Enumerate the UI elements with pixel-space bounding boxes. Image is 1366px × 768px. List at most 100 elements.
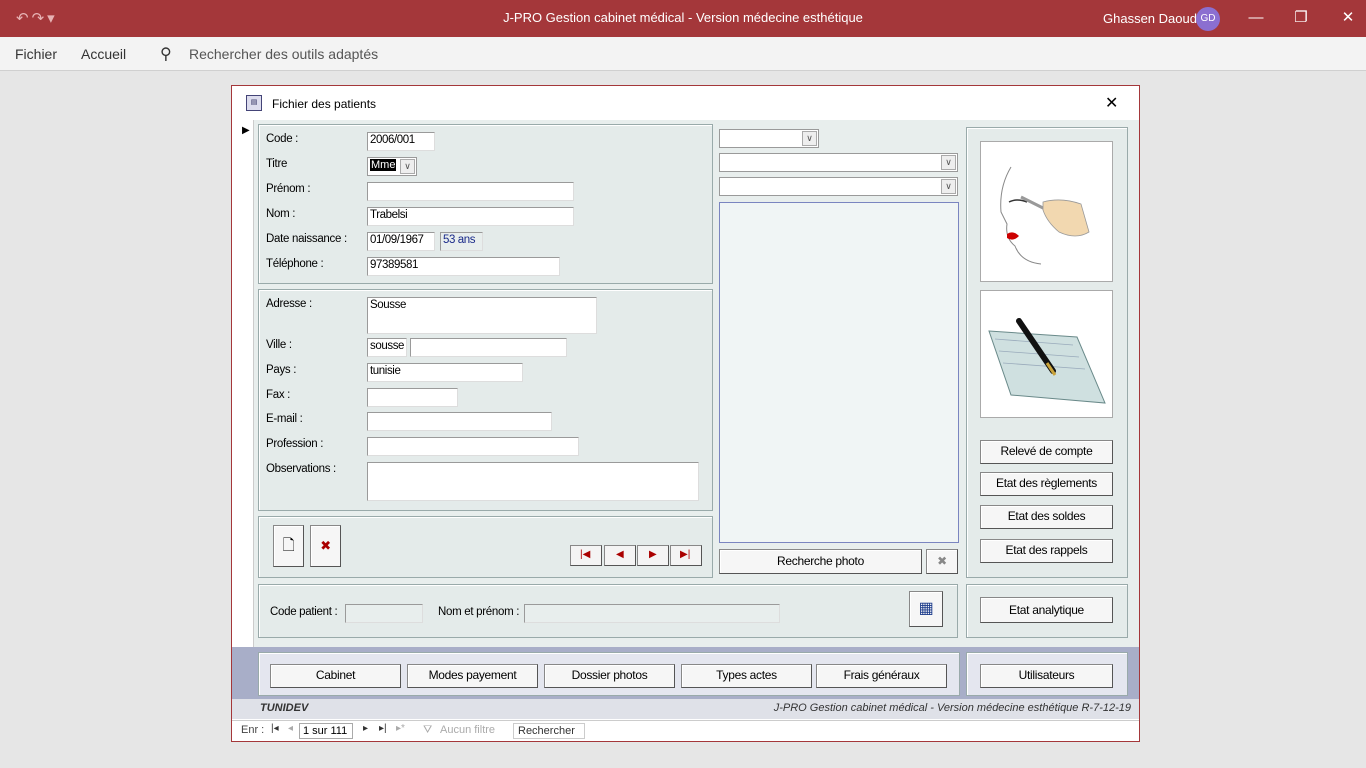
observations-label: Observations : <box>266 463 336 475</box>
photo-combo-3[interactable]: ∨ <box>719 177 958 196</box>
code-label: Code : <box>266 133 299 145</box>
prev-icon: ◀ <box>616 549 624 560</box>
search-name-field[interactable] <box>524 604 780 623</box>
chevron-down-icon[interactable]: ∨ <box>400 159 415 174</box>
photo-combo-1[interactable]: ∨ <box>719 129 819 148</box>
checkbook-image <box>980 290 1113 418</box>
form-footer: TUNIDEV J-PRO Gestion cabinet médical - … <box>232 699 1139 719</box>
close-icon[interactable]: ✕ <box>1105 93 1118 113</box>
vendor-label: TUNIDEV <box>260 702 309 714</box>
search-code-field[interactable] <box>345 604 423 623</box>
new-record-icon: 🗋 <box>282 537 295 554</box>
face-treatment-illustration <box>1000 166 1090 265</box>
prenom-label: Prénom : <box>266 183 311 195</box>
minimize-icon[interactable]: — <box>1244 6 1268 30</box>
titre-value: Mme <box>370 159 397 171</box>
last-record-button[interactable]: ▶| <box>670 545 702 566</box>
version-label: J-PRO Gestion cabinet médical - Version … <box>773 702 1131 714</box>
payment-modes-button[interactable]: Modes payement <box>407 664 538 688</box>
statement-button[interactable]: Relevé de compte <box>980 440 1113 464</box>
ville-code-field[interactable]: sousse <box>367 338 407 357</box>
nom-field[interactable]: Trabelsi <box>367 207 574 226</box>
search-icon[interactable]: ⚲ <box>160 44 172 64</box>
next-record-button[interactable]: ▶ <box>637 545 669 566</box>
new-nav-icon[interactable]: ▸* <box>396 723 405 734</box>
form-header: ▤ Fichier des patients ✕ <box>232 86 1139 120</box>
patients-form: ▤ Fichier des patients ✕ ▶ Code : 2006/0… <box>231 85 1140 742</box>
tel-field[interactable]: 97389581 <box>367 257 560 276</box>
adresse-label: Adresse : <box>266 298 312 310</box>
prev-record-button[interactable]: ◀ <box>604 545 636 566</box>
delete-record-icon: ✖ <box>320 538 331 553</box>
menu-fichier[interactable]: Fichier <box>15 46 57 62</box>
last-icon: ▶| <box>680 549 691 560</box>
first-record-button[interactable]: |◀ <box>570 545 602 566</box>
form-icon: ▤ <box>246 95 262 111</box>
users-button[interactable]: Utilisateurs <box>980 664 1113 688</box>
photo-search-button[interactable]: Recherche photo <box>719 549 922 574</box>
pays-label: Pays : <box>266 364 297 376</box>
cabinet-button[interactable]: Cabinet <box>270 664 401 688</box>
balances-report-button[interactable]: Etat des soldes <box>980 505 1113 529</box>
prenom-field[interactable] <box>367 182 574 201</box>
calendar-button[interactable]: ▦ <box>909 591 943 627</box>
procedure-types-button[interactable]: Types actes <box>681 664 812 688</box>
record-search-input[interactable]: Rechercher <box>513 723 585 739</box>
menu-accueil[interactable]: Accueil <box>81 46 126 62</box>
delete-photo-button[interactable]: ✖ <box>926 549 958 574</box>
prev-record-icon[interactable]: ◂ <box>288 723 293 734</box>
pen-checkbook-illustration <box>988 318 1106 404</box>
delete-record-button[interactable]: ✖ <box>310 525 341 567</box>
dob-label: Date naissance : <box>266 233 347 245</box>
general-expenses-button[interactable]: Frais généraux <box>816 664 947 688</box>
email-label: E-mail : <box>266 413 303 425</box>
payments-report-button[interactable]: Etat des règlements <box>980 472 1113 496</box>
record-navigation-bar: Enr : |◂ ◂ 1 sur 111 ▸ ▸| ▸* ⛛ Aucun fil… <box>232 720 1139 740</box>
filter-icon[interactable]: ⛛ <box>423 724 432 737</box>
next-icon: ▶ <box>649 549 657 560</box>
tell-me-search[interactable]: Rechercher des outils adaptés <box>189 46 378 62</box>
user-name: Ghassen Daoud <box>1103 11 1197 26</box>
delete-photo-icon: ✖ <box>937 554 947 568</box>
titre-label: Titre <box>266 158 288 170</box>
tel-label: Téléphone : <box>266 258 324 270</box>
search-name-label: Nom et prénom : <box>438 606 520 618</box>
fax-label: Fax : <box>266 389 291 401</box>
pays-field[interactable]: tunisie <box>367 363 523 382</box>
dob-field[interactable]: 01/09/1967 <box>367 232 435 251</box>
record-selector[interactable]: ▶ <box>232 120 254 650</box>
email-field[interactable] <box>367 412 552 431</box>
current-record-icon: ▶ <box>242 125 250 136</box>
next-record-icon[interactable]: ▸ <box>363 723 368 734</box>
restore-icon[interactable]: ❐ <box>1289 6 1313 30</box>
photo-combo-2[interactable]: ∨ <box>719 153 958 172</box>
chevron-down-icon[interactable]: ∨ <box>941 155 956 170</box>
nom-label: Nom : <box>266 208 296 220</box>
record-position[interactable]: 1 sur 111 <box>299 723 353 739</box>
fax-field[interactable] <box>367 388 458 407</box>
chevron-down-icon[interactable]: ∨ <box>941 179 956 194</box>
photo-viewer[interactable] <box>719 202 959 543</box>
title-bar: ↶↷▾ J-PRO Gestion cabinet médical - Vers… <box>0 0 1366 37</box>
new-record-button[interactable]: 🗋 <box>273 525 304 567</box>
menu-bar: Fichier Accueil ⚲ Rechercher des outils … <box>0 37 1366 71</box>
photo-folder-button[interactable]: Dossier photos <box>544 664 675 688</box>
avatar[interactable]: GD <box>1196 7 1220 31</box>
search-code-label: Code patient : <box>270 606 338 618</box>
close-window-icon[interactable]: ✕ <box>1336 6 1360 30</box>
chevron-down-icon[interactable]: ∨ <box>802 131 817 146</box>
first-icon: |◀ <box>580 549 591 560</box>
titre-select[interactable]: Mme ∨ <box>367 157 417 176</box>
profession-field[interactable] <box>367 437 579 456</box>
last-record-icon[interactable]: ▸| <box>379 723 387 734</box>
ville-field[interactable] <box>410 338 567 357</box>
adresse-field[interactable]: Sousse <box>367 297 597 334</box>
aesthetic-treatment-image <box>980 141 1113 282</box>
reminders-report-button[interactable]: Etat des rappels <box>980 539 1113 563</box>
analytics-button[interactable]: Etat analytique <box>980 597 1113 623</box>
filter-status[interactable]: Aucun filtre <box>440 724 495 736</box>
code-field[interactable]: 2006/001 <box>367 132 435 151</box>
observations-field[interactable] <box>367 462 699 501</box>
age-field: 53 ans <box>440 232 483 251</box>
first-record-icon[interactable]: |◂ <box>271 723 279 734</box>
